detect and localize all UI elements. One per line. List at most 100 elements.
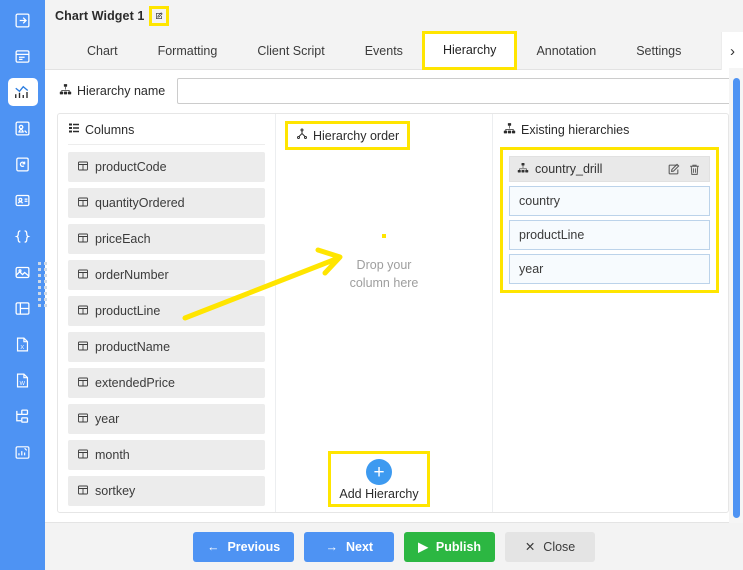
hierarchy-level-year[interactable]: year	[509, 254, 710, 284]
hierarchy-level-label: year	[519, 262, 544, 276]
svg-text:W: W	[20, 380, 26, 386]
hierarchy-level-label: country	[519, 194, 560, 208]
columns-panel: Columns productCode quantityOrdered pric…	[58, 114, 275, 512]
column-item-priceEach[interactable]: priceEach	[68, 224, 265, 254]
hierarchy-name-label-group: Hierarchy name	[59, 83, 165, 99]
tab-label: Annotation	[536, 43, 597, 58]
sidebar-item-layout[interactable]	[8, 294, 38, 322]
existing-hierarchies-title-label: Existing hierarchies	[521, 123, 630, 137]
publish-button-label: Publish	[435, 539, 482, 554]
table-column-icon	[77, 412, 89, 427]
hierarchy-group-country-drill: country_drill country productLine year	[500, 147, 719, 293]
close-button[interactable]: ✕ Close	[505, 531, 596, 562]
tab-label: Client Script	[257, 43, 325, 58]
tab-label: Chart	[87, 43, 118, 58]
sidebar-item-excel[interactable]: X	[8, 330, 38, 358]
tab-chart[interactable]: Chart	[67, 32, 138, 69]
chart-widget-window: X W Chart Widget 1 Chart Formatting Clie…	[0, 0, 743, 570]
hierarchy-icon	[517, 162, 529, 177]
sidebar-item-image[interactable]	[8, 258, 38, 286]
column-item-label: month	[95, 448, 130, 462]
table-column-icon	[77, 196, 89, 211]
next-button[interactable]: → Next	[304, 531, 395, 562]
drop-zone-line2: column here	[349, 276, 419, 290]
publish-button[interactable]: ▶ Publish	[404, 531, 496, 562]
tab-client-script[interactable]: Client Script	[237, 32, 344, 69]
drop-zone-line1: Drop your	[356, 258, 412, 272]
tab-settings[interactable]: Settings	[616, 32, 701, 69]
column-item-label: quantityOrdered	[95, 196, 185, 210]
tab-label: Formatting	[157, 43, 218, 58]
sidebar-item-tree[interactable]	[8, 402, 38, 430]
hierarchy-drop-zone[interactable]: Drop your column here	[276, 234, 492, 292]
play-icon: ▶	[418, 540, 428, 554]
sidebar-item-form[interactable]	[8, 42, 38, 70]
arrow-right-icon: →	[325, 539, 338, 554]
panel-drag-handle[interactable]	[38, 262, 48, 310]
column-item-label: productName	[95, 340, 171, 354]
sidebar-item-export[interactable]	[8, 6, 38, 34]
drop-marker-dot	[382, 234, 386, 238]
column-item-label: year	[95, 412, 120, 426]
hierarchy-name-label: Hierarchy name	[77, 84, 166, 98]
column-item-year[interactable]: year	[68, 404, 265, 434]
column-item-label: priceEach	[95, 232, 151, 246]
sidebar-item-chart[interactable]	[7, 78, 38, 106]
hierarchy-name-row: Hierarchy name	[45, 70, 743, 112]
add-hierarchy-label: Add Hierarchy	[339, 487, 419, 501]
table-column-icon	[77, 376, 89, 391]
table-column-icon	[77, 160, 89, 175]
previous-button[interactable]: ← Previous	[192, 531, 295, 562]
existing-hierarchies-panel: Existing hierarchies country_drill count…	[493, 114, 728, 512]
hierarchy-level-productLine[interactable]: productLine	[509, 220, 710, 250]
window-titlebar: Chart Widget 1	[45, 0, 743, 32]
sidebar-item-word[interactable]: W	[8, 366, 38, 394]
hierarchy-group-header[interactable]: country_drill	[509, 156, 710, 182]
page-title: Chart Widget 1	[55, 9, 145, 23]
column-item-month[interactable]: month	[68, 440, 265, 470]
edit-pencil-icon[interactable]	[148, 6, 169, 26]
sidebar-item-refresh-doc[interactable]	[8, 150, 38, 178]
table-column-icon	[77, 268, 89, 283]
sidebar-item-bar-chart[interactable]	[8, 438, 38, 466]
column-item-orderNumber[interactable]: orderNumber	[68, 260, 265, 290]
hierarchy-order-title-label: Hierarchy order	[313, 128, 400, 143]
hierarchy-order-panel: Hierarchy order Drop your column here + …	[275, 114, 493, 512]
sidebar-item-code[interactable]	[8, 222, 38, 250]
column-item-productLine[interactable]: productLine	[68, 296, 265, 326]
tab-hierarchy[interactable]: Hierarchy	[421, 31, 518, 70]
column-item-extendedPrice[interactable]: extendedPrice	[68, 368, 265, 398]
close-x-icon: ✕	[524, 540, 536, 554]
hierarchy-builder-card: Columns productCode quantityOrdered pric…	[57, 113, 729, 513]
hierarchy-level-country[interactable]: country	[509, 186, 710, 216]
tab-annotation[interactable]: Annotation	[516, 32, 616, 69]
add-hierarchy-button[interactable]: + Add Hierarchy	[328, 451, 430, 507]
tab-events[interactable]: Events	[345, 32, 423, 69]
existing-hierarchies-title: Existing hierarchies	[503, 122, 716, 145]
hierarchy-name-input[interactable]	[177, 78, 731, 104]
chevron-right-icon[interactable]: ›	[721, 32, 743, 70]
tab-bar: Chart Formatting Client Script Events Hi…	[45, 31, 743, 70]
table-column-icon	[77, 304, 89, 319]
svg-text:X: X	[20, 344, 24, 350]
table-column-icon	[77, 340, 89, 355]
hierarchy-order-panel-title: Hierarchy order	[284, 121, 411, 150]
vertical-scrollbar-thumb[interactable]	[733, 78, 740, 518]
column-item-quantityOrdered[interactable]: quantityOrdered	[68, 188, 265, 218]
previous-button-label: Previous	[227, 539, 281, 554]
sidebar-item-card[interactable]	[8, 186, 38, 214]
column-item-productCode[interactable]: productCode	[68, 152, 265, 182]
column-item-productName[interactable]: productName	[68, 332, 265, 362]
table-column-icon	[77, 448, 89, 463]
tab-formatting[interactable]: Formatting	[138, 32, 238, 69]
column-item-label: productCode	[95, 160, 167, 174]
plus-icon: +	[366, 459, 392, 485]
close-button-label: Close	[543, 539, 576, 554]
column-item-label: sortkey	[95, 484, 136, 498]
main-pane: Chart Widget 1 Chart Formatting Client S…	[45, 0, 743, 570]
sidebar-item-map[interactable]	[8, 114, 38, 142]
column-item-sortkey[interactable]: sortkey	[68, 476, 265, 506]
trash-icon[interactable]	[687, 162, 702, 177]
columns-panel-title-label: Columns	[85, 122, 135, 137]
edit-pencil-icon[interactable]	[666, 162, 681, 177]
